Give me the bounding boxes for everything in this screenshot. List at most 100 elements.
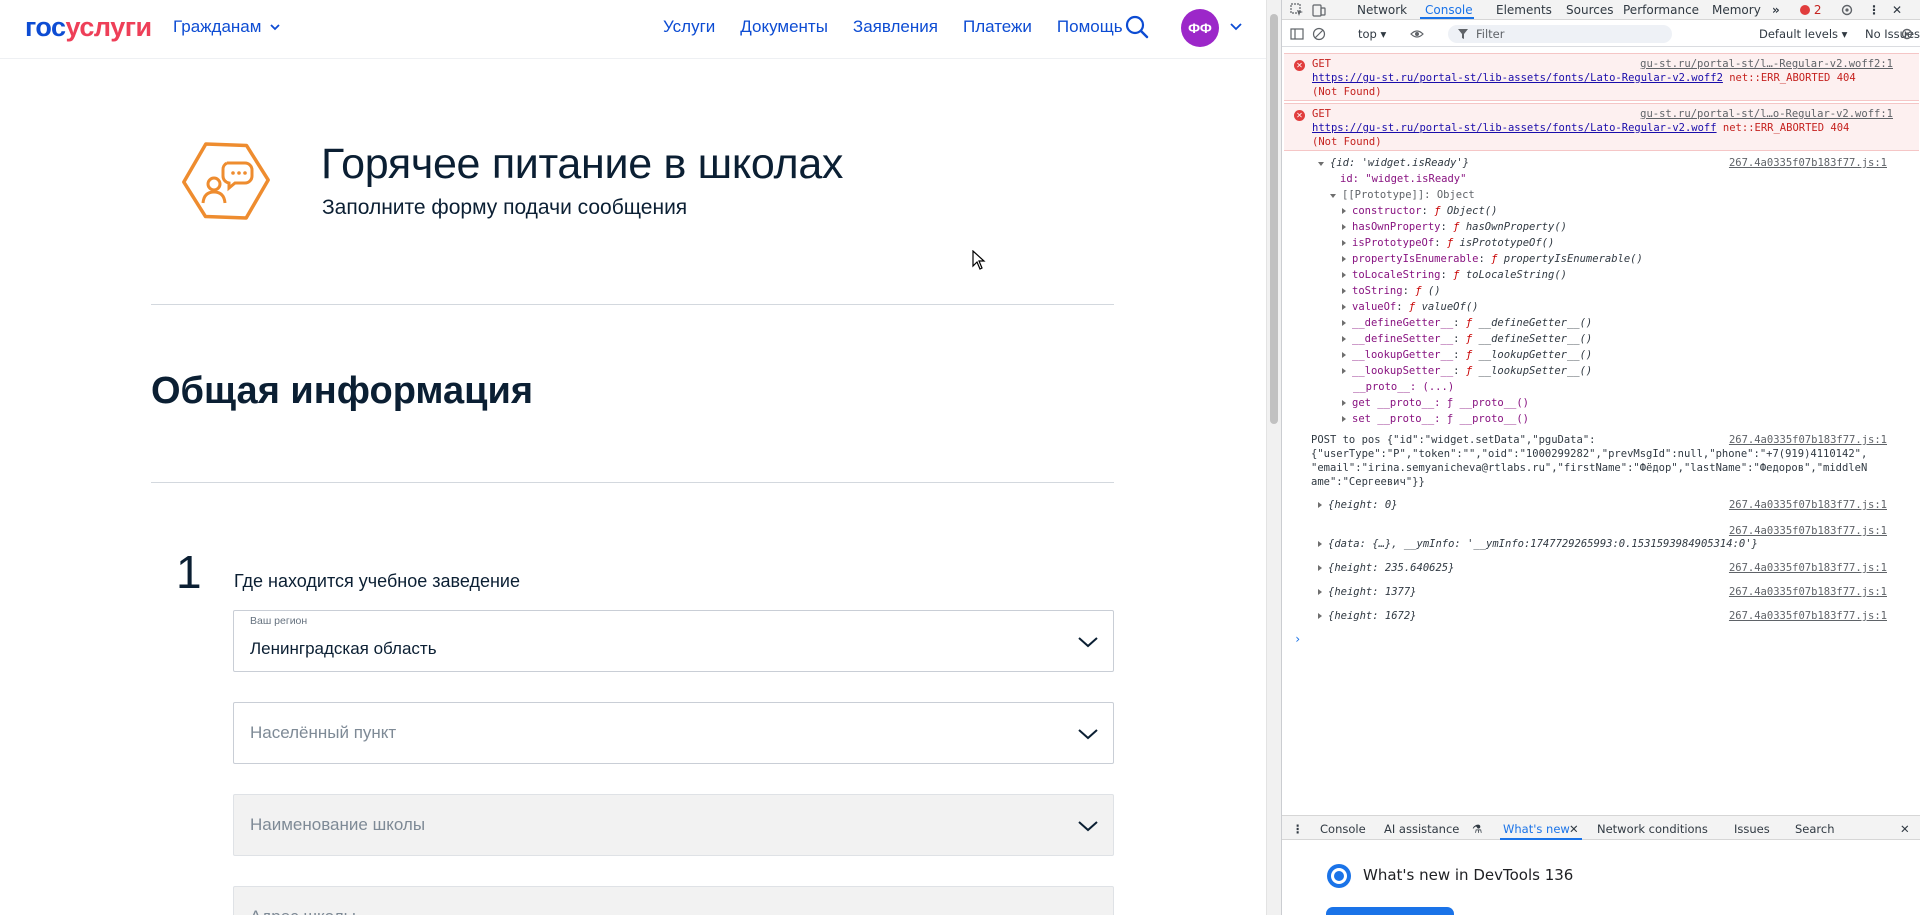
proto-entry[interactable]: __defineGetter__: ƒ __defineGetter__(): [1342, 317, 1592, 329]
close-icon[interactable]: ✕: [1892, 3, 1902, 17]
error-source-link[interactable]: gu-st.ru/portal-st/l…-Regular-v2.woff2:1: [1640, 58, 1893, 70]
height-log[interactable]: {height: 0}: [1318, 499, 1398, 511]
region-select[interactable]: Ваш регион Ленинградская область: [233, 610, 1114, 672]
log-levels-label: Default levels: [1759, 27, 1839, 41]
school-address-field[interactable]: Адрес школы: [233, 886, 1114, 915]
locality-select[interactable]: Населённый пункт: [233, 702, 1114, 764]
drawer-tab-whats-new[interactable]: What's new: [1503, 822, 1570, 836]
console-settings-gear-icon[interactable]: [1900, 27, 1914, 41]
citizens-dropdown[interactable]: Гражданам: [173, 17, 281, 37]
log-levels-dropdown[interactable]: Default levels ▾: [1759, 27, 1847, 41]
nav-payments[interactable]: Платежи: [963, 17, 1032, 37]
device-toolbar-icon[interactable]: [1312, 3, 1326, 17]
proto-key: __lookupGetter__: [1352, 349, 1454, 361]
proto-entry[interactable]: __lookupGetter__: ƒ __lookupGetter__(): [1342, 349, 1592, 361]
post-log-line: POST to pos {"id":"widget.setData","pguD…: [1311, 434, 1596, 446]
get-proto: get __proto__: ƒ __proto__(): [1352, 397, 1530, 409]
proto-entry[interactable]: propertyIsEnumerable: ƒ propertyIsEnumer…: [1342, 253, 1643, 265]
height-log[interactable]: {height: 235.640625}: [1318, 562, 1454, 574]
tab-memory[interactable]: Memory: [1712, 3, 1761, 17]
proto-entry[interactable]: isPrototypeOf: ƒ isPrototypeOf(): [1342, 237, 1554, 249]
post-log-line: "email":"irina.semyanicheva@rtlabs.ru","…: [1311, 462, 1868, 474]
height-log-value: {height: 0}: [1328, 499, 1398, 511]
inspect-element-icon[interactable]: [1290, 3, 1304, 17]
log-source-link[interactable]: 267.4a0335f07b183f77.js:1: [1729, 525, 1887, 537]
proto-entry[interactable]: __lookupSetter__: ƒ __lookupSetter__(): [1342, 365, 1592, 377]
nav-services[interactable]: Услуги: [663, 17, 715, 37]
nav-help[interactable]: Помощь: [1057, 17, 1123, 37]
post-log-line: {"userType":"P","token":"","oid":"100029…: [1311, 448, 1868, 460]
address-placeholder: Адрес школы: [250, 907, 356, 915]
main-nav: Услуги Документы Заявления Платежи Помощ…: [663, 17, 1148, 37]
active-tab-indicator: [1420, 17, 1474, 19]
drawer-tab-network-conditions[interactable]: Network conditions: [1597, 822, 1708, 836]
tab-network[interactable]: Network: [1357, 3, 1407, 17]
proto-entry[interactable]: __defineSetter__: ƒ __defineSetter__(): [1342, 333, 1592, 345]
close-tab-icon[interactable]: ✕: [1569, 822, 1579, 836]
eye-icon[interactable]: [1410, 27, 1424, 41]
tab-console[interactable]: Console: [1425, 3, 1473, 17]
close-drawer-icon[interactable]: ✕: [1900, 822, 1910, 836]
scrollbar-thumb[interactable]: [1270, 14, 1278, 424]
prototype-toggle[interactable]: [[Prototype]]: Object: [1330, 189, 1475, 201]
user-avatar[interactable]: ФФ: [1181, 9, 1219, 47]
gosuslugi-logo[interactable]: госуслуги: [25, 12, 152, 43]
error-status-text: (Not Found): [1312, 136, 1382, 148]
error-status: net::ERR_ABORTED 404: [1729, 72, 1856, 84]
more-tabs-icon[interactable]: »: [1772, 3, 1780, 17]
context-selector[interactable]: top ▾: [1358, 27, 1386, 41]
proto-entry[interactable]: constructor: ƒ Object(): [1342, 205, 1497, 217]
chevron-down-icon[interactable]: [1227, 17, 1245, 35]
nav-documents[interactable]: Документы: [740, 17, 828, 37]
log-source-link[interactable]: 267.4a0335f07b183f77.js:1: [1729, 434, 1887, 446]
mouse-cursor-icon: [972, 250, 986, 270]
proto-setter-entry[interactable]: set __proto__: ƒ __proto__(): [1342, 413, 1529, 425]
proto-entry[interactable]: hasOwnProperty: ƒ hasOwnProperty(): [1342, 221, 1567, 233]
citizens-label: Гражданам: [173, 17, 262, 36]
page-scrollbar[interactable]: [1266, 0, 1281, 915]
school-select[interactable]: Наименование школы: [233, 794, 1114, 856]
school-placeholder: Наименование школы: [250, 815, 426, 834]
tab-performance[interactable]: Performance: [1623, 3, 1699, 17]
proto-getter-entry[interactable]: get __proto__: ƒ __proto__(): [1342, 397, 1529, 409]
proto-entry[interactable]: toString: ƒ (): [1342, 285, 1441, 297]
more-options-icon[interactable]: ⋮: [1868, 3, 1880, 17]
error-method: GET: [1312, 58, 1331, 70]
proto-value: __lookupGetter__(): [1478, 349, 1593, 361]
height-log[interactable]: {height: 1377}: [1318, 586, 1417, 598]
chrome-logo-icon: [1327, 864, 1351, 888]
proto-value: valueOf(): [1421, 301, 1479, 313]
region-value: Ленинградская область: [250, 639, 437, 658]
data-log[interactable]: {data: {…}, __ymInfo: '__ymInfo:17477292…: [1318, 538, 1758, 550]
drawer-tab-issues[interactable]: Issues: [1734, 822, 1770, 836]
whats-new-button[interactable]: [1326, 907, 1454, 915]
drawer-tab-console[interactable]: Console: [1320, 822, 1366, 836]
clear-console-icon[interactable]: [1312, 27, 1326, 41]
error-source-link[interactable]: gu-st.ru/portal-st/l…o-Regular-v2.woff:1: [1640, 108, 1893, 120]
sidebar-toggle-icon[interactable]: [1290, 27, 1304, 41]
tab-sources[interactable]: Sources: [1566, 3, 1613, 17]
proto-entry[interactable]: valueOf: ƒ valueOf(): [1342, 301, 1478, 313]
error-url-link[interactable]: https://gu-st.ru/portal-st/lib-assets/fo…: [1312, 122, 1717, 134]
height-log[interactable]: {height: 1672}: [1318, 610, 1417, 622]
drawer-tab-search[interactable]: Search: [1795, 822, 1835, 836]
drawer-menu-icon[interactable]: ⋮: [1292, 822, 1304, 836]
nav-applications[interactable]: Заявления: [853, 17, 938, 37]
log-source-link[interactable]: 267.4a0335f07b183f77.js:1: [1729, 157, 1887, 169]
object-log-toggle[interactable]: {id: 'widget.isReady'}: [1318, 157, 1469, 169]
log-source-link[interactable]: 267.4a0335f07b183f77.js:1: [1729, 610, 1887, 622]
settings-gear-icon[interactable]: [1840, 3, 1854, 17]
proto-entry[interactable]: toLocaleString: ƒ toLocaleString(): [1342, 269, 1567, 281]
error-url-link[interactable]: https://gu-st.ru/portal-st/lib-assets/fo…: [1312, 72, 1723, 84]
tab-elements[interactable]: Elements: [1496, 3, 1552, 17]
log-source-link[interactable]: 267.4a0335f07b183f77.js:1: [1729, 586, 1887, 598]
search-icon[interactable]: [1124, 14, 1150, 40]
proto-dunder-entry[interactable]: __proto__: (...): [1353, 381, 1454, 393]
error-count-badge[interactable]: 2: [1800, 3, 1821, 17]
console-filter-input[interactable]: Filter: [1448, 25, 1672, 43]
console-prompt[interactable]: ›: [1294, 632, 1301, 646]
log-source-link[interactable]: 267.4a0335f07b183f77.js:1: [1729, 499, 1887, 511]
drawer-tab-ai-assistance[interactable]: AI assistance: [1384, 822, 1459, 836]
page-subtitle: Заполните форму подачи сообщения: [322, 196, 688, 219]
log-source-link[interactable]: 267.4a0335f07b183f77.js:1: [1729, 562, 1887, 574]
